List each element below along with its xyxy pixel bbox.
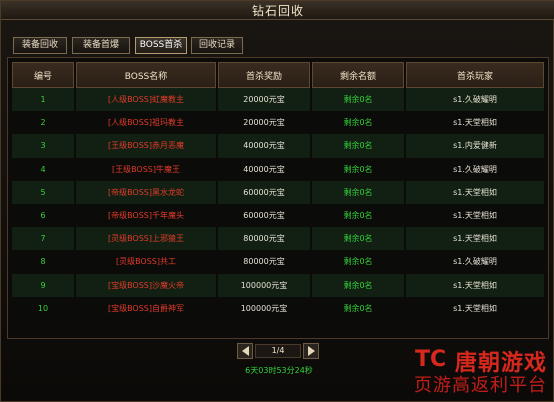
tab-boss-first-kill[interactable]: BOSS首杀 [135,37,187,54]
row-index: 9 [12,273,74,297]
player: s1.久破耀明 [406,157,544,181]
boss-name: [帝级BOSS]千年魔头 [76,203,216,228]
remaining: 剩余0名 [312,157,404,181]
title-bar: 钻石回收 [1,1,554,20]
table-header-row: 编号 BOSS名称 首杀奖励 剩余名额 首杀玩家 [12,62,544,88]
table-row: 9 [宝级BOSS]沙魔火帝 100000元宝 剩余0名 s1.天堂相如 [12,273,544,297]
prev-page-button[interactable] [237,343,253,359]
header-player: 首杀玩家 [406,62,544,88]
boss-name: [灵级BOSS]共工 [76,250,216,274]
arrow-right-icon [307,346,315,356]
boss-name: [宝级BOSS]沙魔火帝 [76,273,216,297]
countdown-timer: 6天03时53分24秒 [245,366,313,375]
player: s1.天堂相如 [406,111,544,135]
pagination: 1/4 [237,343,319,359]
reward: 80000元宝 [218,250,310,274]
player: s1.天堂相如 [406,227,544,251]
player: s1.久破耀明 [406,88,544,112]
boss-name: [灵级BOSS]上邪猿王 [76,227,216,251]
header-index: 编号 [12,62,74,88]
reward: 40000元宝 [218,134,310,158]
table-row: 2 [人级BOSS]祖玛教主 20000元宝 剩余0名 s1.天堂相如 [12,111,544,135]
brand-logo: TC [415,347,447,372]
watermark-subtitle: 页游高返利平台 [414,375,547,396]
remaining: 剩余0名 [312,203,404,228]
row-index: 4 [12,157,74,181]
header-boss-name: BOSS名称 [76,62,216,88]
row-index: 7 [12,227,74,251]
table-row: 7 [灵级BOSS]上邪猿王 80000元宝 剩余0名 s1.天堂相如 [12,227,544,251]
reward: 20000元宝 [218,111,310,135]
table-row: 3 [王级BOSS]赤月恶魔 40000元宝 剩余0名 s1.内爱健新 [12,134,544,158]
row-index: 5 [12,180,74,204]
remaining: 剩余0名 [312,250,404,274]
table-row: 6 [帝级BOSS]千年魔头 60000元宝 剩余0名 s1.天堂相如 [12,203,544,228]
remaining: 剩余0名 [312,180,404,204]
reward: 60000元宝 [218,203,310,228]
table-row: 4 [王级BOSS]牛魔王 40000元宝 剩余0名 s1.久破耀明 [12,157,544,181]
remaining: 剩余0名 [312,296,404,320]
window-title: 钻石回收 [251,4,304,18]
remaining: 剩余0名 [312,111,404,135]
header-reward: 首杀奖励 [218,62,310,88]
reward: 100000元宝 [218,296,310,320]
row-index: 8 [12,250,74,274]
reward: 80000元宝 [218,227,310,251]
boss-first-kill-table: 编号 BOSS名称 首杀奖励 剩余名额 首杀玩家 1 [人级BOSS]虹魔教主 … [10,62,546,320]
row-index: 2 [12,111,74,135]
page-indicator: 1/4 [255,344,301,358]
table-row: 5 [帝级BOSS]黑水龙蛇 60000元宝 剩余0名 s1.天堂相如 [12,180,544,204]
remaining: 剩余0名 [312,88,404,112]
boss-name: [人级BOSS]虹魔教主 [76,88,216,112]
boss-name: [王级BOSS]牛魔王 [76,157,216,181]
row-index: 10 [12,296,74,320]
reward: 40000元宝 [218,157,310,181]
header-remaining: 剩余名额 [312,62,404,88]
player: s1.内爱健新 [406,134,544,158]
arrow-left-icon [241,346,249,356]
tab-equipment-first-drop[interactable]: 装备首爆 [72,37,130,54]
player: s1.天堂相如 [406,180,544,204]
boss-name: [王级BOSS]赤月恶魔 [76,134,216,158]
boss-name: [人级BOSS]祖玛教主 [76,111,216,135]
row-index: 3 [12,134,74,158]
player: s1.天堂相如 [406,296,544,320]
boss-name: [宝级BOSS]自爵神军 [76,296,216,320]
tab-equipment-recycle[interactable]: 装备回收 [13,37,67,54]
reward: 100000元宝 [218,273,310,297]
remaining: 剩余0名 [312,273,404,297]
player: s1.久破耀明 [406,250,544,274]
boss-table-panel: 编号 BOSS名称 首杀奖励 剩余名额 首杀玩家 1 [人级BOSS]虹魔教主 … [7,57,549,339]
reward: 60000元宝 [218,180,310,204]
table-row: 1 [人级BOSS]虹魔教主 20000元宝 剩余0名 s1.久破耀明 [12,88,544,112]
boss-name: [帝级BOSS]黑水龙蛇 [76,180,216,204]
tab-recycle-records[interactable]: 回收记录 [191,37,243,54]
row-index: 6 [12,203,74,228]
player: s1.天堂相如 [406,273,544,297]
site-watermark: TC 唐朝游戏 页游高返利平台 [397,345,547,396]
game-window: 钻石回收 装备回收 装备首爆 BOSS首杀 回收记录 编号 BOSS名称 首杀奖… [0,0,554,402]
table-row: 8 [灵级BOSS]共工 80000元宝 剩余0名 s1.久破耀明 [12,250,544,274]
table-row: 10 [宝级BOSS]自爵神军 100000元宝 剩余0名 s1.天堂相如 [12,296,544,320]
reward: 20000元宝 [218,88,310,112]
remaining: 剩余0名 [312,227,404,251]
remaining: 剩余0名 [312,134,404,158]
next-page-button[interactable] [303,343,319,359]
row-index: 1 [12,88,74,112]
player: s1.天堂相如 [406,203,544,228]
